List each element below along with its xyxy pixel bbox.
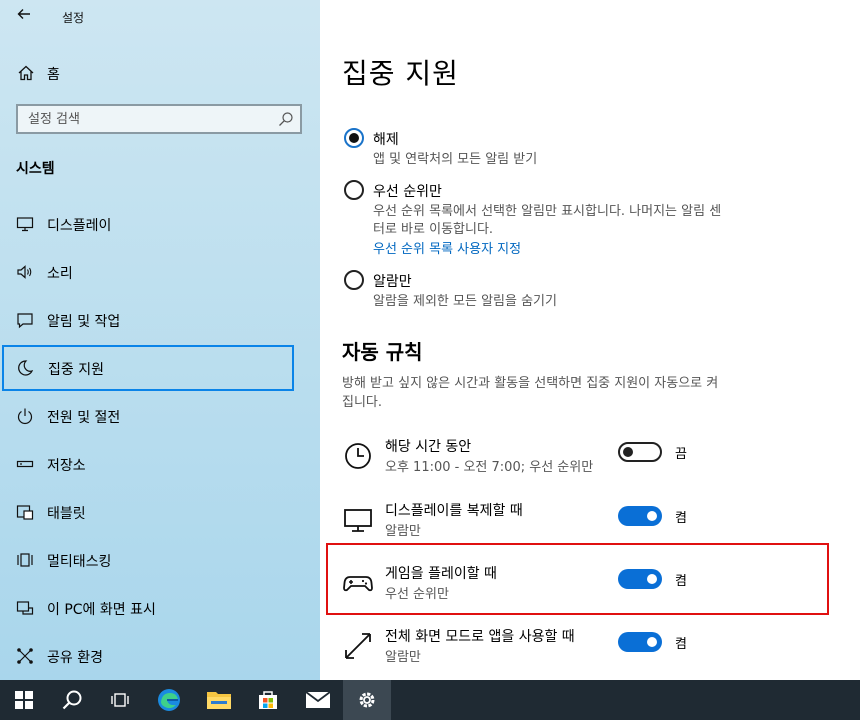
clock-icon	[345, 443, 371, 469]
radio-button[interactable]	[344, 270, 364, 290]
settings-icon	[359, 692, 375, 708]
toggle-state-label: 켬	[675, 511, 687, 526]
search-box[interactable]	[16, 104, 302, 134]
toggle-switch[interactable]	[618, 632, 662, 652]
automatic-rules-description: 방해 받고 싶지 않은 시간과 활동을 선택하면 집중 지원이 자동으로 켜 집…	[342, 374, 802, 412]
monitor-icon	[344, 509, 372, 532]
task-view-icon	[111, 693, 129, 707]
rule-name: 전체 화면 모드로 앱을 사용할 때	[385, 629, 575, 645]
edge-button[interactable]	[145, 680, 193, 720]
sidebar-item-multitasking[interactable]: 멀티태스킹	[0, 537, 320, 583]
sidebar-item-shared-experiences[interactable]: 공유 환경	[0, 633, 320, 679]
back-button[interactable]	[14, 6, 34, 26]
mail-button[interactable]	[294, 680, 342, 720]
radio-option-alarms-only[interactable]: 알람만 알람을 제외한 모든 알림을 숨기기	[342, 269, 822, 313]
rule-fullscreen-app[interactable]: 전체 화면 모드로 앱을 사용할 때 알람만 켬	[342, 622, 812, 676]
sidebar-item-power-sleep[interactable]: 전원 및 절전	[0, 393, 320, 439]
radio-label: 알람만	[373, 274, 412, 290]
home-icon	[18, 65, 34, 81]
title-bar: 설정	[0, 0, 320, 32]
sidebar-item-focus-assist[interactable]: 집중 지원	[2, 345, 294, 391]
sidebar-item-label: 집중 지원	[48, 362, 104, 378]
sidebar-item-project[interactable]: 이 PC에 화면 표시	[0, 585, 320, 631]
rule-subtext: 오후 11:00 - 오전 7:00; 우선 순위만	[385, 460, 594, 475]
sidebar-item-label: 소리	[47, 266, 73, 282]
sidebar-item-home[interactable]: 홈	[0, 56, 320, 90]
project-icon	[16, 601, 34, 615]
radio-description: 우선 순위 목록에서 선택한 알림만 표시합니다. 나머지는 알림 센 터로 바…	[373, 203, 813, 239]
sidebar-item-label: 알림 및 작업	[47, 314, 121, 330]
edge-icon	[158, 689, 180, 711]
tablet-icon	[16, 505, 34, 520]
store-icon	[259, 691, 277, 709]
app-title: 설정	[62, 11, 85, 25]
radio-option-off[interactable]: 해제 앱 및 연락처의 모든 알림 받기	[342, 127, 822, 171]
sidebar-item-label: 저장소	[47, 458, 86, 474]
moon-icon	[18, 360, 34, 376]
multitasking-icon	[17, 553, 33, 567]
speaker-icon	[17, 265, 32, 279]
toggle-switch[interactable]	[618, 506, 662, 526]
task-view-button[interactable]	[96, 680, 144, 720]
sidebar-item-label: 멀티태스킹	[47, 554, 112, 570]
radio-label: 해제	[373, 132, 399, 148]
search-icon[interactable]	[278, 111, 294, 127]
toggle-state-label: 끔	[675, 447, 687, 462]
radio-description-line: 우선 순위 목록에서 선택한 알림만 표시합니다. 나머지는 알림 센	[373, 204, 722, 219]
radio-button[interactable]	[344, 180, 364, 200]
taskbar-search-button[interactable]	[48, 680, 96, 720]
sidebar-item-notifications[interactable]: 알림 및 작업	[0, 297, 320, 343]
sidebar-item-label: 이 PC에 화면 표시	[47, 602, 156, 618]
power-icon	[17, 408, 33, 425]
main-content: 집중 지원 해제 앱 및 연락처의 모든 알림 받기 우선 순위만 우선 순위 …	[320, 0, 860, 680]
page-title: 집중 지원	[342, 57, 459, 90]
sidebar-section-title: 시스템	[16, 161, 55, 177]
settings-button[interactable]	[343, 680, 391, 720]
file-explorer-icon	[207, 692, 231, 709]
rule-subtext: 알람만	[385, 650, 421, 665]
toggle-state-label: 켬	[675, 637, 687, 652]
sidebar-item-storage[interactable]: 저장소	[0, 441, 320, 487]
sidebar-item-label: 디스플레이	[47, 218, 112, 234]
back-arrow-icon	[17, 9, 30, 19]
rule-name: 해당 시간 동안	[385, 439, 472, 455]
radio-description: 앱 및 연락처의 모든 알림 받기	[373, 152, 538, 167]
sidebar-item-label: 홈	[47, 67, 60, 83]
sidebar-item-label: 공유 환경	[47, 650, 103, 666]
customize-priority-list-link[interactable]: 우선 순위 목록 사용자 지정	[373, 238, 521, 257]
start-button[interactable]	[0, 680, 48, 720]
search-input[interactable]	[18, 106, 268, 132]
description-line: 방해 받고 싶지 않은 시간과 활동을 선택하면 집중 지원이 자동으로 켜	[342, 376, 719, 391]
rule-during-these-times[interactable]: 해당 시간 동안 오후 11:00 - 오전 7:00; 우선 순위만 끔	[342, 432, 812, 486]
toggle-switch[interactable]	[618, 442, 662, 462]
taskbar	[0, 680, 860, 720]
search-icon	[62, 690, 82, 710]
radio-option-priority-only[interactable]: 우선 순위만 우선 순위 목록에서 선택한 알림만 표시합니다. 나머지는 알림…	[342, 179, 822, 259]
sidebar: 설정 홈 시스템 디스플레이 소리 알림 및 작업 집중 지원 전원 및 절전 …	[0, 0, 320, 680]
description-line: 집니다.	[342, 395, 383, 410]
notification-icon	[17, 313, 33, 329]
fullscreen-icon	[345, 633, 371, 659]
rule-duplicating-display[interactable]: 디스플레이를 복제할 때 알람만 켬	[342, 496, 812, 550]
sidebar-item-display[interactable]: 디스플레이	[0, 201, 320, 247]
sidebar-item-label: 태블릿	[47, 506, 86, 522]
highlight-box	[326, 543, 829, 615]
sidebar-item-sound[interactable]: 소리	[0, 249, 320, 295]
windows-start-icon	[15, 691, 33, 709]
sidebar-item-tablet[interactable]: 태블릿	[0, 489, 320, 535]
radio-description-line: 터로 바로 이동합니다.	[373, 222, 494, 237]
radio-label: 우선 순위만	[373, 184, 442, 200]
monitor-icon	[16, 217, 34, 232]
radio-button[interactable]	[344, 128, 364, 148]
share-icon	[17, 648, 33, 664]
rule-name: 디스플레이를 복제할 때	[385, 503, 523, 519]
radio-description: 알람을 제외한 모든 알림을 숨기기	[373, 294, 557, 309]
sidebar-item-label: 전원 및 절전	[47, 410, 121, 426]
store-button[interactable]	[244, 680, 292, 720]
mail-icon	[305, 691, 331, 708]
file-explorer-button[interactable]	[195, 680, 243, 720]
automatic-rules-heading: 자동 규칙	[342, 340, 423, 364]
rule-subtext: 알람만	[385, 524, 421, 539]
storage-icon	[16, 460, 34, 468]
